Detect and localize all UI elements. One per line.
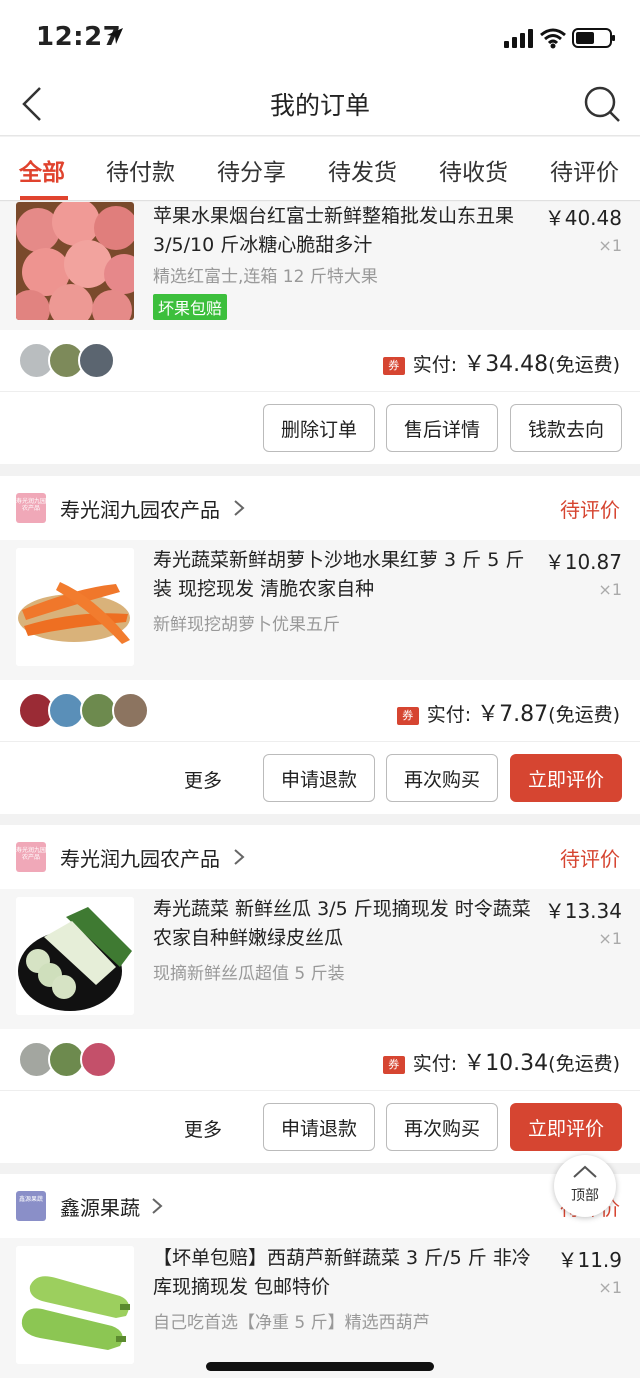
tab-pending-share[interactable]: 待分享	[217, 153, 286, 187]
payment-amount: ￥10.34	[463, 1051, 549, 1076]
shipping-note: (免运费)	[548, 704, 620, 726]
back-to-top-button[interactable]: 顶部	[554, 1155, 616, 1217]
chevron-right-icon	[152, 1198, 163, 1214]
product-quantity: ×1	[598, 236, 622, 255]
payment-summary: 券实付: ￥7.87(免运费)	[396, 696, 620, 728]
status-bar: 12:27	[0, 0, 640, 72]
coupon-badge: 券	[382, 357, 405, 375]
location-arrow-icon	[107, 28, 123, 44]
more-link[interactable]: 更多	[184, 1115, 222, 1142]
payment-summary: 券实付: ￥34.48(免运费)	[382, 346, 620, 378]
store-row[interactable]: 寿光润九园农产品 寿光润九园农产品 待评价	[0, 825, 640, 889]
product-price: ￥40.48	[544, 206, 622, 230]
request-refund-button[interactable]: 申请退款	[263, 754, 375, 802]
tab-all[interactable]: 全部	[19, 153, 65, 187]
payment-label: 实付:	[412, 1053, 458, 1075]
product-image-luffa	[16, 897, 134, 1015]
request-refund-button[interactable]: 申请退款	[263, 1103, 375, 1151]
payment-amount: ￥7.87	[477, 702, 549, 727]
product-image-carrots	[16, 548, 134, 666]
payment-label: 实付:	[426, 704, 472, 726]
order-card: 寿光润九园农产品 寿光润九园农产品 待评价 寿光蔬菜新鲜胡萝卜沙地水果红萝 3 …	[0, 476, 640, 814]
home-indicator[interactable]	[206, 1362, 434, 1371]
signal-icon	[504, 29, 533, 48]
order-status: 待评价	[560, 847, 620, 871]
payment-row: 券实付: ￥10.34(免运费)	[0, 1029, 640, 1091]
chevron-right-icon	[234, 500, 245, 516]
order-tabs: 全部 待付款 待分享 待发货 待收货 待评价	[0, 137, 640, 201]
navbar: 我的订单	[0, 72, 640, 136]
payment-row: 券实付: ￥34.48(免运费)	[0, 330, 640, 392]
more-link[interactable]: 更多	[184, 766, 222, 793]
coupon-badge: 券	[396, 707, 419, 725]
tab-pending-review[interactable]: 待评价	[550, 153, 619, 187]
order-status: 待评价	[560, 498, 620, 522]
avatar	[78, 342, 115, 379]
store-logo: 寿光润九园农产品	[16, 842, 46, 872]
store-name: 鑫源果蔬	[60, 1196, 140, 1220]
guarantee-badge: 坏果包赔	[153, 294, 228, 320]
payment-summary: 券实付: ￥10.34(免运费)	[382, 1045, 620, 1077]
chevron-right-icon	[234, 849, 245, 865]
product-row[interactable]: 苹果水果烟台红富士新鲜整箱批发山东丑果 3/5/10 斤冰糖心脆甜多汁 ￥40.…	[0, 202, 640, 330]
store-name: 寿光润九园农产品	[60, 847, 220, 871]
order-card: 鑫源果蔬 鑫源果蔬 待评价 【坏单包赔】西葫芦新鲜蔬菜 3 斤/5 斤 非冷库现…	[0, 1174, 640, 1385]
back-to-top-label: 顶部	[571, 1188, 599, 1204]
product-price: ￥10.87	[544, 550, 622, 574]
action-row: 更多 申请退款 再次购买 立即评价	[0, 1091, 640, 1163]
product-subtitle: 自己吃首选【净重 5 斤】精选西葫芦	[153, 1313, 430, 1333]
store-row[interactable]: 寿光润九园农产品 寿光润九园农产品 待评价	[0, 476, 640, 540]
product-title: 【坏单包赔】西葫芦新鲜蔬菜 3 斤/5 斤 非冷库现摘现发 包邮特价	[153, 1247, 531, 1298]
shipping-note: (免运费)	[548, 1053, 620, 1075]
payment-label: 实付:	[412, 354, 458, 376]
product-quantity: ×1	[598, 929, 622, 948]
buy-again-button[interactable]: 再次购买	[386, 754, 498, 802]
payment-row: 券实付: ￥7.87(免运费)	[0, 680, 640, 742]
shipping-note: (免运费)	[548, 354, 620, 376]
product-image-apples	[16, 202, 134, 320]
chevron-up-icon	[573, 1165, 597, 1178]
product-title: 寿光蔬菜新鲜胡萝卜沙地水果红萝 3 斤 5 斤装 现挖现发 清脆农家自种	[153, 549, 525, 600]
product-price: ￥11.9	[557, 1248, 622, 1272]
tab-pending-receipt[interactable]: 待收货	[439, 153, 508, 187]
product-row[interactable]: 寿光蔬菜新鲜胡萝卜沙地水果红萝 3 斤 5 斤装 现挖现发 清脆农家自种 ￥10…	[0, 540, 640, 680]
product-title: 苹果水果烟台红富士新鲜整箱批发山东丑果 3/5/10 斤冰糖心脆甜多汁	[153, 205, 515, 256]
coupon-badge: 券	[382, 1056, 405, 1074]
tab-indicator	[20, 196, 68, 200]
tab-pending-shipment[interactable]: 待发货	[328, 153, 397, 187]
review-now-button[interactable]: 立即评价	[510, 1103, 622, 1151]
store-logo: 寿光润九园农产品	[16, 493, 46, 523]
action-row: 删除订单 售后详情 钱款去向	[0, 392, 640, 464]
store-name: 寿光润九园农产品	[60, 498, 220, 522]
product-quantity: ×1	[598, 1278, 622, 1297]
battery-icon	[572, 28, 615, 48]
wifi-icon	[540, 28, 566, 49]
store-row[interactable]: 鑫源果蔬 鑫源果蔬 待评价	[0, 1174, 640, 1238]
search-icon[interactable]	[582, 84, 622, 124]
product-subtitle: 现摘新鲜丝瓜超值 5 斤装	[153, 964, 345, 984]
avatar	[112, 692, 149, 729]
payment-amount: ￥34.48	[463, 352, 549, 377]
product-price: ￥13.34	[544, 899, 622, 923]
refund-tracking-button[interactable]: 钱款去向	[510, 404, 622, 452]
buy-again-button[interactable]: 再次购买	[386, 1103, 498, 1151]
delete-order-button[interactable]: 删除订单	[263, 404, 375, 452]
product-row[interactable]: 【坏单包赔】西葫芦新鲜蔬菜 3 斤/5 斤 非冷库现摘现发 包邮特价 ￥11.9…	[0, 1238, 640, 1378]
store-logo: 鑫源果蔬	[16, 1191, 46, 1221]
page-title: 我的订单	[269, 91, 370, 120]
order-card: 寿光润九园农产品 寿光润九园农产品 待评价 寿光蔬菜 新鲜丝瓜 3/5 斤现摘现…	[0, 825, 640, 1163]
avatar	[80, 1041, 117, 1078]
after-sale-details-button[interactable]: 售后详情	[386, 404, 498, 452]
product-row[interactable]: 寿光蔬菜 新鲜丝瓜 3/5 斤现摘现发 时令蔬菜农家自种鲜嫩绿皮丝瓜 ￥13.3…	[0, 889, 640, 1029]
product-subtitle: 新鲜现挖胡萝卜优果五斤	[153, 615, 340, 635]
review-now-button[interactable]: 立即评价	[510, 754, 622, 802]
product-image-zucchini	[16, 1246, 134, 1364]
order-card: 苹果水果烟台红富士新鲜整箱批发山东丑果 3/5/10 斤冰糖心脆甜多汁 ￥40.…	[0, 202, 640, 464]
product-subtitle: 精选红富士,连箱 12 斤特大果	[153, 267, 378, 287]
action-row: 更多 申请退款 再次购买 立即评价	[0, 742, 640, 814]
product-title: 寿光蔬菜 新鲜丝瓜 3/5 斤现摘现发 时令蔬菜农家自种鲜嫩绿皮丝瓜	[153, 898, 531, 949]
product-quantity: ×1	[598, 580, 622, 599]
tab-pending-payment[interactable]: 待付款	[106, 153, 175, 187]
